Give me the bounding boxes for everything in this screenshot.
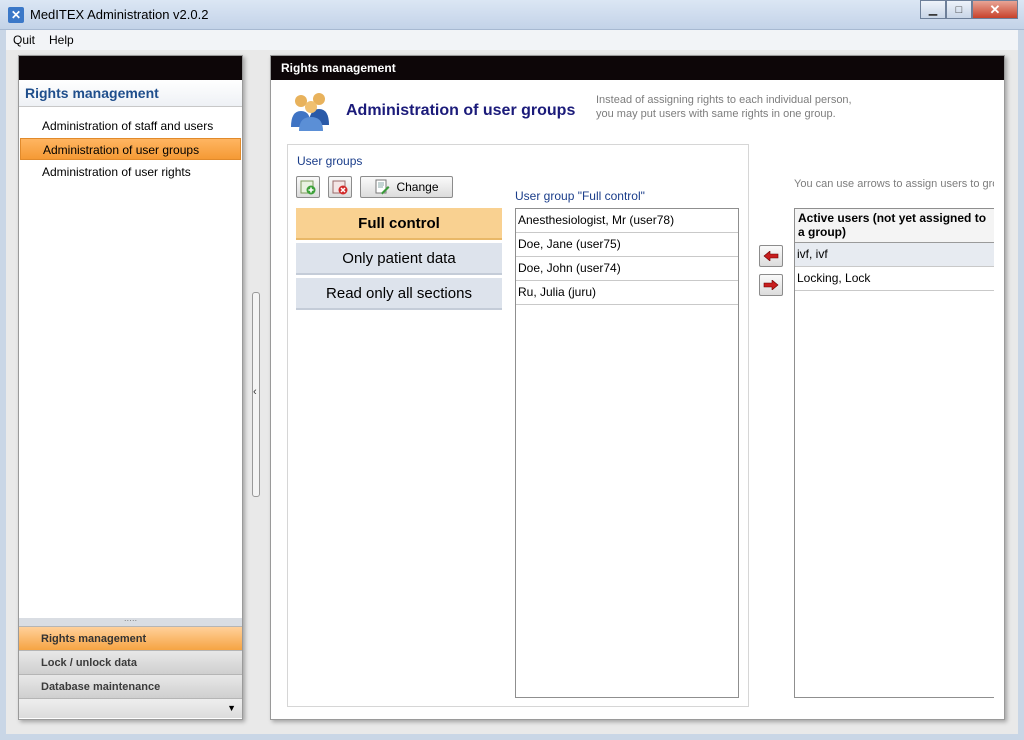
arrow-left-icon: [763, 251, 779, 261]
app-icon: ✕: [8, 7, 24, 23]
window-bottom-border: [0, 734, 1024, 740]
maximize-button[interactable]: □: [946, 0, 972, 19]
menu-help[interactable]: Help: [42, 33, 81, 47]
remove-from-group-button[interactable]: [759, 274, 783, 296]
sections-overflow-button[interactable]: ▼: [19, 698, 242, 718]
client-area: Rights management Administration of staf…: [6, 50, 1018, 734]
add-icon: [300, 180, 316, 195]
active-user-row[interactable]: Locking, Lock: [795, 267, 994, 291]
delete-icon: [332, 180, 348, 195]
content-panel: Rights management Administration of user…: [270, 55, 1005, 720]
user-groups-label: User groups: [297, 154, 363, 168]
member-row[interactable]: Anesthesiologist, Mr (user78): [516, 209, 738, 233]
member-row[interactable]: Doe, Jane (user75): [516, 233, 738, 257]
assign-hint-text: You can use arrows to assign users to gr…: [794, 178, 994, 190]
menu-bar: Quit Help: [6, 30, 1018, 50]
title-bar: ✕ MedITEX Administration v2.0.2 ▁ □ ✕: [0, 0, 1024, 30]
sidebar-title: Rights management: [19, 80, 242, 107]
active-user-row[interactable]: ivf, ivf: [795, 243, 994, 267]
member-row[interactable]: Doe, John (user74): [516, 257, 738, 281]
group-members-list[interactable]: Anesthesiologist, Mr (user78) Doe, Jane …: [515, 208, 739, 698]
change-button-label: Change: [396, 180, 439, 194]
active-users-header: Active users (not yet assigned to a grou…: [795, 209, 994, 243]
section-splitter-handle[interactable]: ·····: [19, 617, 242, 626]
content-panel-header: Rights management: [271, 56, 1004, 80]
section-lock-unlock-data[interactable]: Lock / unlock data: [19, 650, 242, 674]
minimize-button[interactable]: ▁: [920, 0, 946, 19]
menu-quit[interactable]: Quit: [6, 33, 42, 47]
change-group-button[interactable]: Change: [360, 176, 453, 198]
left-navigation-panel: Rights management Administration of staf…: [18, 55, 243, 720]
user-group-list: Full control Only patient data Read only…: [296, 208, 502, 313]
member-row[interactable]: Ru, Julia (juru): [516, 281, 738, 305]
sidebar-item-user-groups[interactable]: Administration of user groups: [20, 138, 241, 160]
left-panel-header: [19, 56, 242, 80]
delete-group-button[interactable]: [328, 176, 352, 198]
window-title: MedITEX Administration v2.0.2: [30, 7, 209, 22]
group-item-full-control[interactable]: Full control: [296, 208, 502, 240]
page-description: Instead of assigning rights to each indi…: [596, 94, 852, 120]
group-item-only-patient-data[interactable]: Only patient data: [296, 243, 502, 275]
page-title: Administration of user groups: [346, 102, 576, 119]
section-database-maintenance[interactable]: Database maintenance: [19, 674, 242, 698]
group-item-read-only[interactable]: Read only all sections: [296, 278, 502, 310]
arrow-right-icon: [763, 280, 779, 290]
close-button[interactable]: ✕: [972, 0, 1018, 19]
active-users-table[interactable]: Active users (not yet assigned to a grou…: [794, 208, 994, 698]
window-controls: ▁ □ ✕: [920, 0, 1018, 20]
section-rights-management[interactable]: Rights management: [19, 626, 242, 650]
assign-to-group-button[interactable]: [759, 245, 783, 267]
sidebar-item-staff-and-users[interactable]: Administration of staff and users: [20, 115, 241, 137]
collapse-left-icon[interactable]: ‹: [253, 386, 257, 398]
edit-document-icon: [375, 179, 390, 195]
sidebar-nav-list: Administration of staff and users Admini…: [19, 107, 242, 183]
group-members-label: User group "Full control": [515, 189, 645, 203]
add-group-button[interactable]: [296, 176, 320, 198]
sidebar-item-user-rights[interactable]: Administration of user rights: [20, 161, 241, 183]
user-group-icon: [291, 93, 329, 131]
